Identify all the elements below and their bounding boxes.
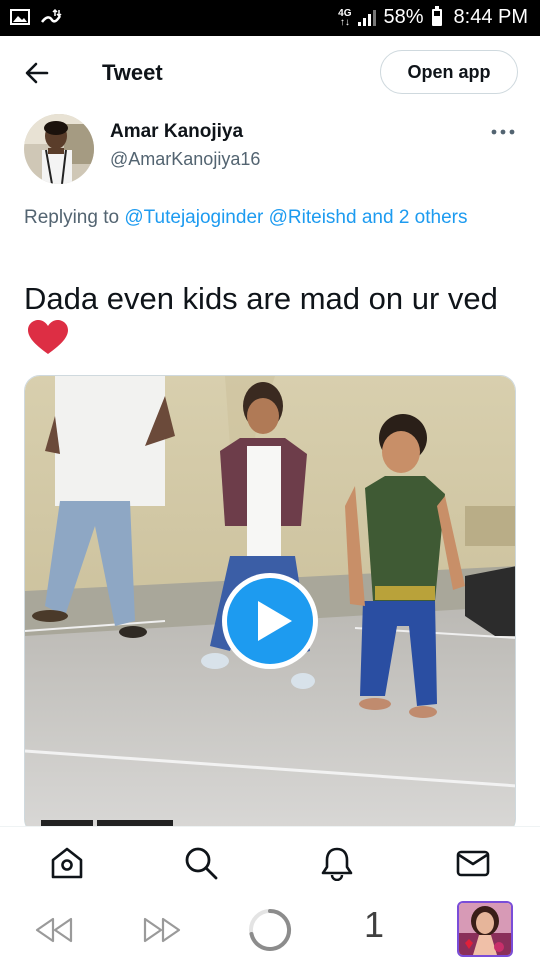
signal-icon — [358, 9, 377, 26]
mention-link[interactable]: @Riteishd — [269, 207, 357, 228]
mention-others-link[interactable]: and 2 others — [362, 207, 468, 228]
tab-count[interactable]: 1 — [364, 904, 384, 946]
battery-percent: 58% — [383, 6, 424, 28]
nav-home[interactable] — [49, 845, 85, 881]
replying-to: Replying to @Tutejajoginder @Riteishd an… — [24, 204, 494, 232]
bottom-navigation — [0, 826, 540, 898]
browser-back-button[interactable] — [34, 916, 74, 949]
notifications-bell-icon — [321, 847, 353, 882]
replying-prefix: Replying to — [24, 207, 120, 228]
back-button[interactable] — [22, 58, 52, 88]
data-transfer-icon — [41, 8, 62, 23]
tweet-body: Dada even kids are mad on ur ved — [24, 281, 498, 316]
more-dots-icon — [491, 129, 515, 135]
loading-indicator[interactable] — [246, 906, 294, 959]
red-heart-icon — [28, 320, 68, 366]
gallery-notification-icon — [10, 9, 30, 25]
nav-notifications[interactable] — [319, 845, 355, 882]
status-bar: 4G ↑↓ 58% 8:44 PM — [0, 0, 540, 36]
tweet-video[interactable] — [24, 375, 516, 835]
profile-thumbnail[interactable] — [457, 901, 513, 957]
play-icon — [222, 573, 318, 669]
page-title: Tweet — [102, 60, 163, 85]
nav-search[interactable] — [183, 845, 219, 881]
network-type: 4G ↑↓ — [338, 7, 352, 28]
author-name[interactable]: Amar Kanojiya — [110, 121, 243, 143]
loading-spinner-icon — [249, 908, 292, 951]
status-notifications — [10, 8, 62, 26]
browser-toolbar: 1 — [0, 898, 540, 960]
back-arrow-icon — [25, 62, 49, 84]
clock: 8:44 PM — [453, 6, 528, 28]
nav-messages[interactable] — [455, 845, 491, 881]
search-icon — [185, 847, 218, 880]
play-button[interactable] — [220, 571, 320, 671]
home-icon — [51, 847, 83, 879]
messages-mail-icon — [456, 850, 490, 877]
fast-forward-icon — [143, 917, 181, 943]
open-app-button[interactable]: Open app — [380, 50, 518, 94]
battery-icon — [431, 6, 442, 26]
mention-link[interactable]: @Tutejajoginder — [124, 207, 263, 228]
status-indicators: 4G ↑↓ 58% 8:44 PM — [338, 6, 528, 29]
profile-image — [459, 903, 511, 955]
rewind-icon — [35, 917, 73, 943]
author-handle[interactable]: @AmarKanojiya16 — [110, 149, 260, 170]
browser-forward-button[interactable] — [142, 916, 182, 949]
tweet-text: Dada even kids are mad on ur ved — [24, 278, 514, 366]
author-avatar[interactable] — [24, 114, 94, 184]
top-header: Tweet Open app — [0, 36, 540, 110]
more-options-button[interactable] — [490, 122, 516, 142]
